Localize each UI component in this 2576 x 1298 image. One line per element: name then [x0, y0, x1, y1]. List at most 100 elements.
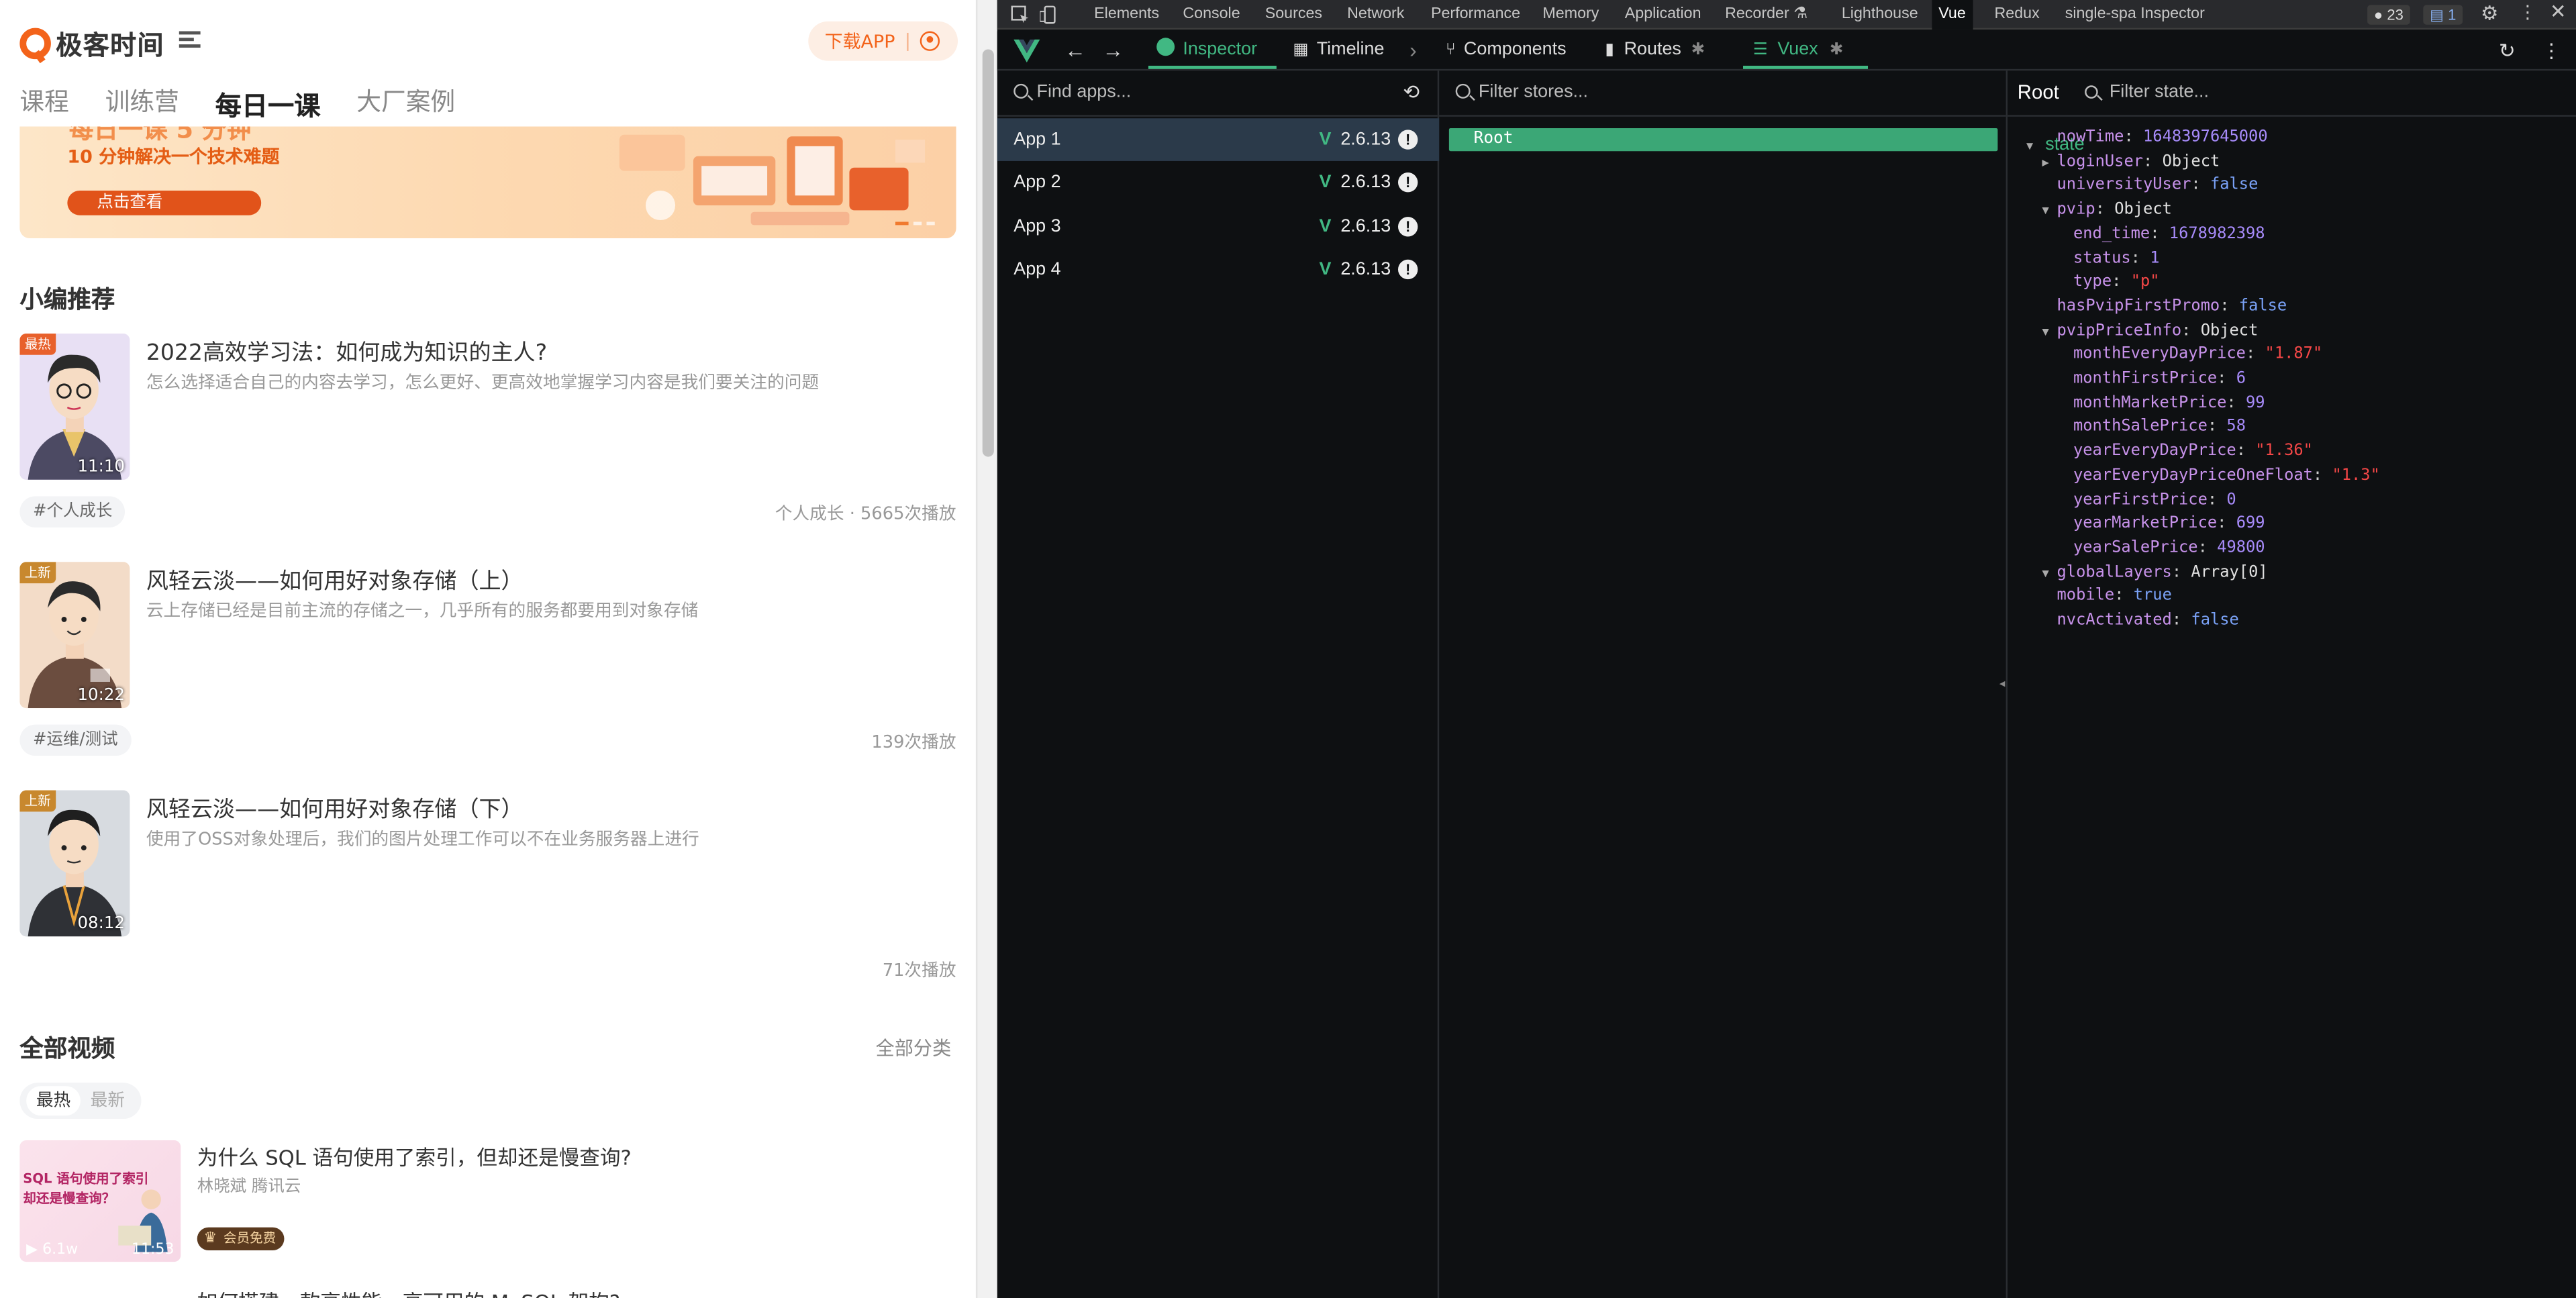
app-settings-icon[interactable]: ! — [1397, 130, 1418, 150]
routes-tab[interactable]: ▮ Routes ✱ — [1605, 32, 1705, 71]
course-card[interactable]: 最热 11:10 2022高效学习法：如何成为知识的主人? 怎么选择适合自己的内… — [19, 333, 956, 531]
sort-hot[interactable]: 最热 — [26, 1086, 81, 1116]
components-tab[interactable]: ⑂ Components — [1446, 32, 1567, 71]
course-title[interactable]: 2022高效学习法：如何成为知识的主人? — [146, 334, 547, 366]
search-icon — [2085, 85, 2098, 99]
menu-icon[interactable] — [179, 30, 204, 49]
settings-gear-icon[interactable]: ⚙ — [2481, 1, 2498, 24]
app-item[interactable]: App 3 V 2.6.13 ! — [997, 205, 1439, 248]
course-thumbnail[interactable]: 上新 10:22 — [19, 562, 130, 709]
tab-bootcamp[interactable]: 训练营 — [105, 84, 179, 123]
issues-count: 23 — [2387, 6, 2404, 23]
state-row[interactable]: ▶ loginUser: Object — [2042, 150, 2220, 174]
state-key: status — [2073, 248, 2131, 267]
tab-redux[interactable]: Redux — [1995, 0, 2040, 30]
tab-console[interactable]: Console — [1183, 0, 1240, 30]
state-value: Object — [2200, 321, 2259, 340]
tab-vue[interactable]: Vue — [1932, 0, 1973, 30]
find-apps-input[interactable]: Find apps... ⟲ — [997, 70, 1438, 117]
banner-pager[interactable] — [895, 221, 935, 226]
video-title[interactable]: 为什么 SQL 语句使用了索引，但却还是慢查询? — [197, 1140, 632, 1172]
tab-sources[interactable]: Sources — [1265, 0, 1322, 30]
filter-stores-input[interactable]: Filter stores... — [1439, 70, 2006, 117]
close-devtools-icon[interactable]: ✕ — [2550, 0, 2567, 23]
tab-single-spa[interactable]: single-spa Inspector — [2065, 0, 2205, 30]
video-duration: 11:53 — [131, 1242, 175, 1259]
tab-daily-lesson[interactable]: 每日一课 — [215, 84, 321, 123]
course-title[interactable]: 风轻云淡——如何用好对象存储（下） — [146, 791, 524, 823]
site-logo[interactable]: 极客时间 — [19, 23, 164, 62]
collapse-arrow-icon[interactable]: ▼ — [2042, 319, 2048, 344]
sort-new[interactable]: 最新 — [81, 1083, 135, 1119]
state-value: Array[0] — [2191, 562, 2268, 581]
tab-lighthouse[interactable]: Lighthouse — [1842, 0, 1918, 30]
state-row[interactable]: ▼ globalLayers: Array[0] — [2042, 561, 2268, 585]
course-title[interactable]: 风轻云淡——如何用好对象存储（上） — [146, 562, 524, 595]
inspector-tab[interactable]: Inspector — [1156, 32, 1257, 71]
app-item[interactable]: App 2 V 2.6.13 ! — [997, 161, 1439, 204]
filter-state-input[interactable]: Filter state... — [2081, 70, 2209, 115]
collapse-arrow-icon[interactable]: ▼ — [2042, 199, 2048, 223]
messages-badge[interactable]: ▤ 1 — [2423, 5, 2463, 25]
state-value: 0 — [2226, 490, 2236, 509]
course-thumbnail[interactable]: 最热 11:10 — [19, 333, 130, 480]
page-scrollbar[interactable] — [975, 0, 997, 1298]
tab-network[interactable]: Network — [1347, 0, 1404, 30]
collapse-handle-icon[interactable]: ◂ — [1999, 677, 2005, 690]
course-card[interactable]: 上新 10:22 风轻云淡——如何用好对象存储（上） 云上存储已经是目前主流的存… — [19, 562, 956, 759]
all-categories-link[interactable]: 全部分类 — [876, 1035, 952, 1061]
collapse-arrow-icon[interactable]: ▼ — [2042, 561, 2048, 585]
app-settings-icon[interactable]: ! — [1397, 217, 1418, 237]
timeline-tab[interactable]: ▦ Timeline — [1293, 32, 1384, 71]
messages-count: 1 — [2448, 6, 2457, 23]
search-icon — [1013, 83, 1029, 99]
state-row[interactable]: ▼ pvipPriceInfo: Object — [2042, 319, 2259, 344]
app-settings-icon[interactable]: ! — [1397, 259, 1418, 280]
scrollbar-thumb[interactable] — [982, 49, 994, 457]
device-toolbar-icon[interactable] — [1040, 5, 1059, 24]
tab-application[interactable]: Application — [1625, 0, 1701, 30]
video-thumbnail[interactable]: SQL 语句使用了索引 却还是慢查询？ ▶ 6.1w 11:53 — [19, 1140, 181, 1262]
vuex-list-icon: ☰ — [1752, 41, 1768, 60]
refresh-icon[interactable]: ↻ — [2499, 40, 2516, 62]
state-row: nowTime: 1648397645000 — [2057, 128, 2268, 146]
course-desc: 使用了OSS对象处理后，我们的图片处理工作可以不在业务服务器上进行 — [146, 830, 699, 850]
issues-badge[interactable]: ● 23 — [2367, 5, 2410, 25]
vuex-tab[interactable]: ☰ Vuex ✱ — [1753, 32, 1844, 71]
course-thumbnail[interactable]: 上新 08:12 — [19, 790, 130, 937]
logo-text: 极客时间 — [56, 30, 164, 61]
tab-big-tech-cases[interactable]: 大厂案例 — [356, 84, 455, 123]
tab-recorder[interactable]: Recorder ⚗ — [1725, 0, 1807, 30]
tab-courses[interactable]: 课程 — [19, 84, 68, 123]
promo-banner[interactable]: 每日一课 5 分钟 10 分钟解决一个技术难题 点击查看 — [19, 126, 956, 238]
next-video-title[interactable]: 如何搭建一款高性能、高可用的 MySQL 架构? — [197, 1285, 620, 1298]
tab-memory[interactable]: Memory — [1542, 0, 1599, 30]
state-row[interactable]: ▼ pvip: Object — [2042, 199, 2171, 223]
state-key: loginUser — [2057, 152, 2144, 170]
expand-arrow-icon[interactable]: ▶ — [2042, 150, 2048, 174]
sort-toggle: 最热 最新 — [19, 1083, 142, 1119]
hashtag[interactable]: #运维/测试 — [19, 724, 132, 756]
active-underline — [1148, 65, 1277, 69]
store-root-item[interactable]: Root — [1448, 128, 1998, 152]
back-arrow-icon[interactable]: ← — [1064, 39, 1086, 62]
course-card[interactable]: 上新 08:12 风轻云淡——如何用好对象存储（下） 使用了OSS对象处理后，我… — [19, 790, 956, 988]
refresh-apps-icon[interactable]: ⟲ — [1403, 70, 1420, 115]
banner-cta-button[interactable]: 点击查看 — [67, 190, 262, 215]
state-value: 699 — [2236, 514, 2265, 533]
tab-performance[interactable]: Performance — [1431, 0, 1520, 30]
app-settings-icon[interactable]: ! — [1397, 172, 1418, 193]
video-card[interactable]: SQL 语句使用了索引 却还是慢查询？ ▶ 6.1w 11:53 为什么 SQL… — [19, 1140, 956, 1262]
app-item[interactable]: App 4 V 2.6.13 ! — [997, 248, 1439, 291]
forward-arrow-icon[interactable]: → — [1102, 39, 1124, 62]
tab-elements[interactable]: Elements — [1094, 0, 1159, 30]
select-element-icon[interactable] — [1010, 5, 1030, 24]
app-item[interactable]: App 1 V 2.6.13 ! — [997, 118, 1440, 161]
download-app-button[interactable]: 下载APP — [808, 21, 958, 61]
hashtag[interactable]: #个人成长 — [19, 496, 126, 528]
routes-label: Routes — [1624, 39, 1681, 60]
more-options-icon[interactable]: ⋮ — [2518, 1, 2536, 23]
user-icon[interactable] — [920, 31, 940, 51]
more-icon[interactable]: ⋮ — [2542, 40, 2561, 62]
state-key: monthSalePrice — [2073, 417, 2208, 436]
